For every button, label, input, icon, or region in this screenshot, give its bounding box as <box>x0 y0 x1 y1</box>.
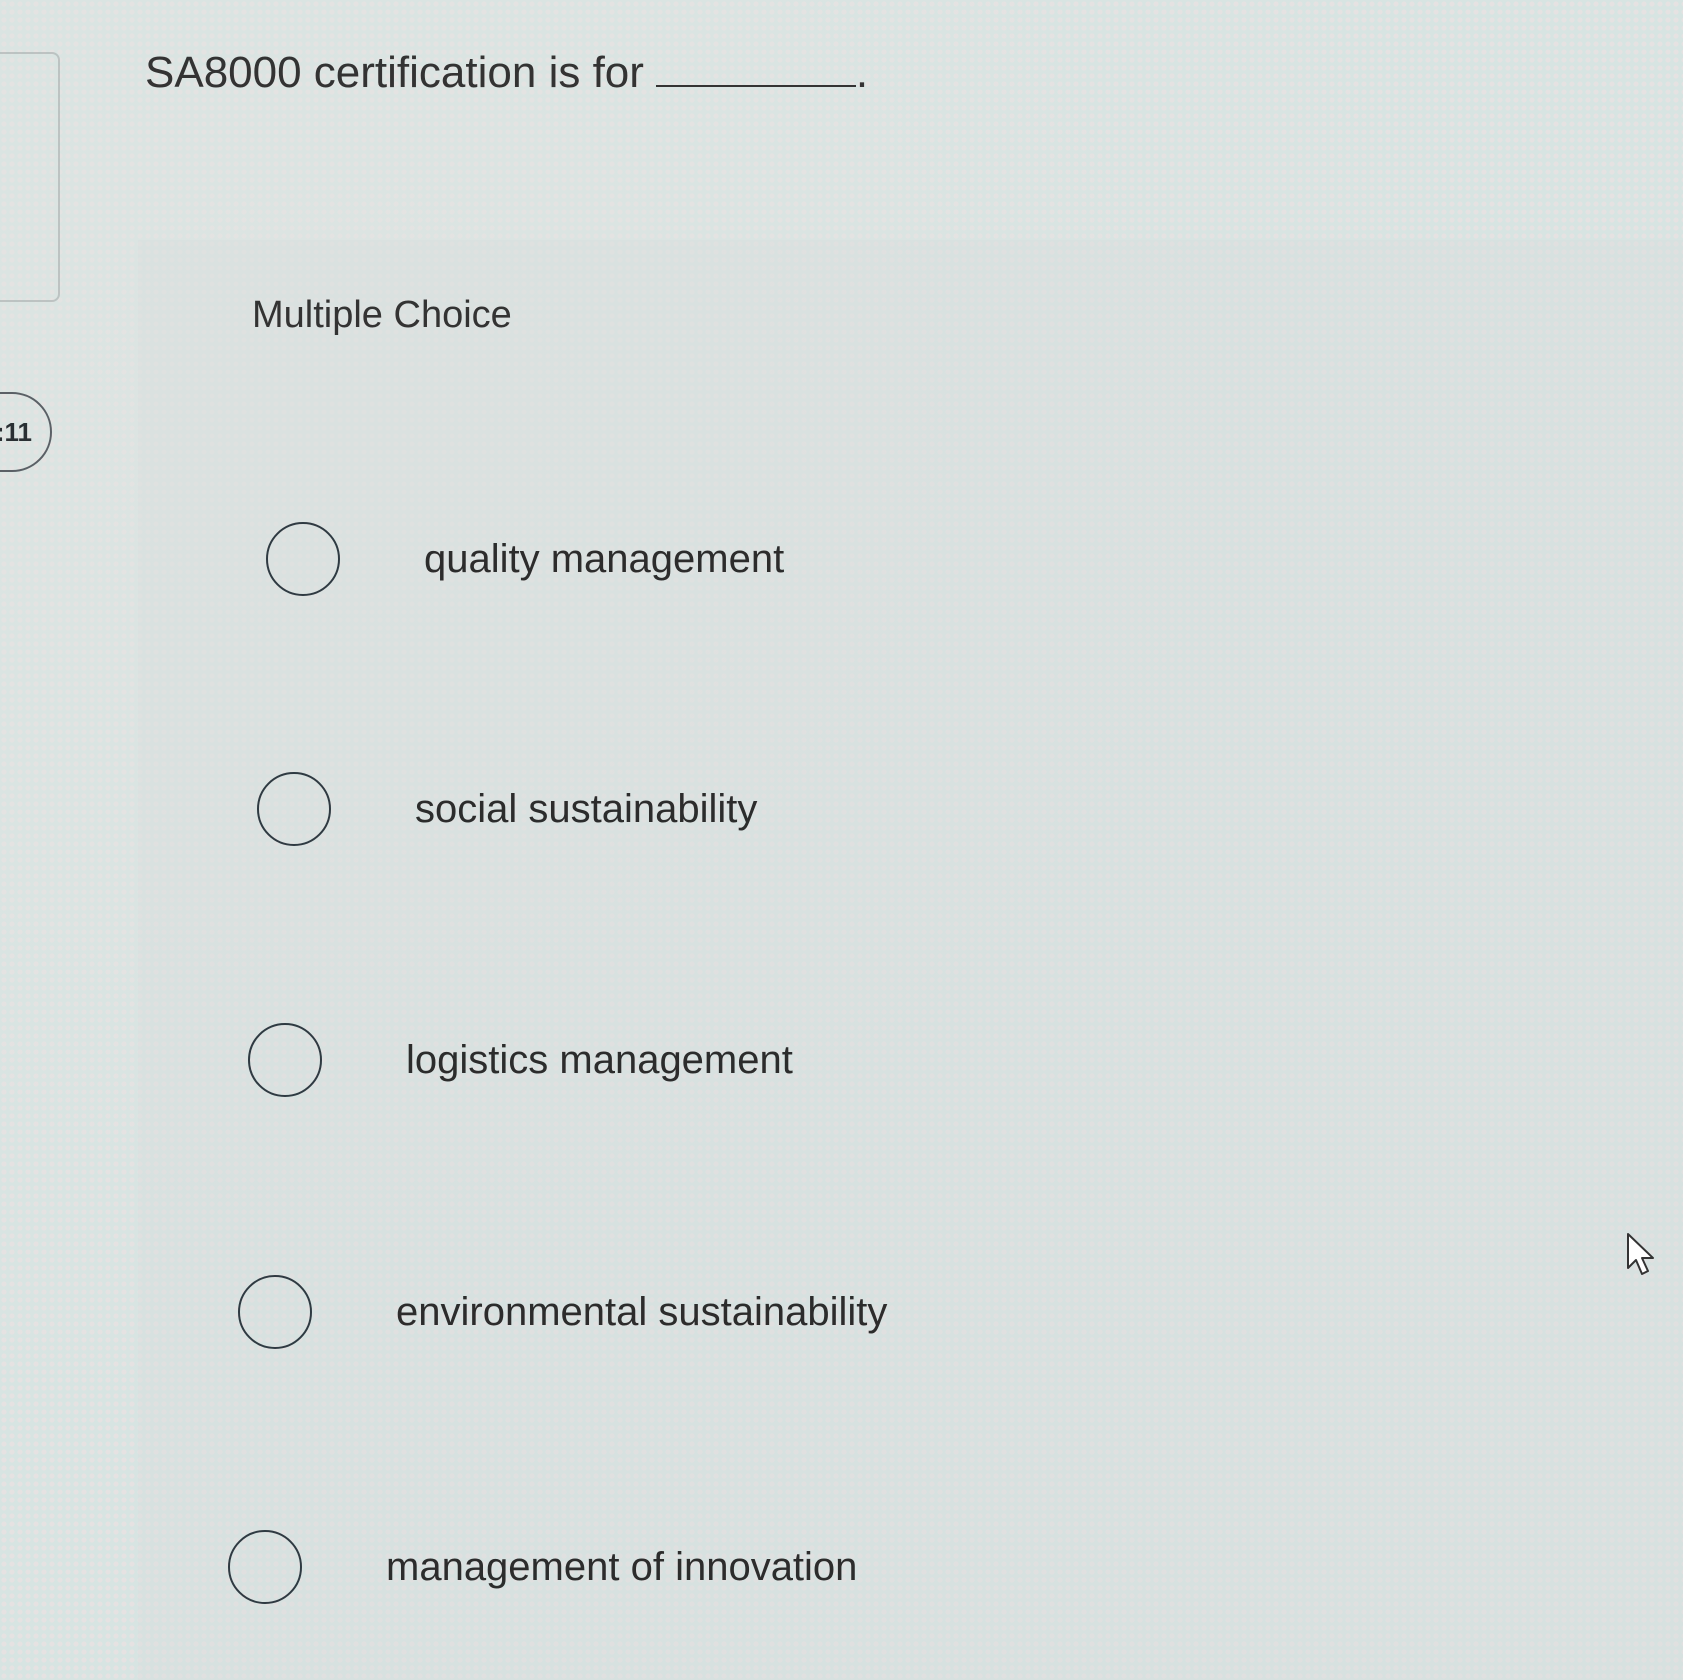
multiple-choice-label: Multiple Choice <box>252 294 512 336</box>
answer-panel <box>138 240 1683 1680</box>
question-prompt: SA8000 certification is for. <box>145 48 868 98</box>
option-label[interactable]: quality management <box>424 537 784 582</box>
option-label[interactable]: logistics management <box>406 1038 793 1083</box>
option-management-of-innovation[interactable]: management of innovation <box>228 1530 857 1604</box>
answer-blank <box>655 55 856 87</box>
option-logistics-management[interactable]: logistics management <box>248 1023 793 1097</box>
option-label[interactable]: social sustainability <box>415 787 757 832</box>
option-label[interactable]: management of innovation <box>386 1545 857 1590</box>
question-text: SA8000 certification is for <box>145 48 644 97</box>
option-social-sustainability[interactable]: social sustainability <box>257 772 757 846</box>
option-label[interactable]: environmental sustainability <box>396 1290 887 1335</box>
question-end: . <box>855 48 869 97</box>
option-quality-management[interactable]: quality management <box>266 522 784 596</box>
radio-unselected-icon[interactable] <box>238 1275 312 1349</box>
timer-text: :11 <box>0 416 32 447</box>
mouse-pointer-icon <box>1627 1233 1654 1275</box>
radio-unselected-icon[interactable] <box>228 1530 302 1604</box>
option-environmental-sustainability[interactable]: environmental sustainability <box>238 1275 887 1349</box>
timer-badge: :11 <box>0 392 52 472</box>
radio-unselected-icon[interactable] <box>248 1023 322 1097</box>
radio-unselected-icon[interactable] <box>257 772 331 846</box>
side-panel-tab[interactable] <box>0 52 60 302</box>
radio-unselected-icon[interactable] <box>266 522 340 596</box>
